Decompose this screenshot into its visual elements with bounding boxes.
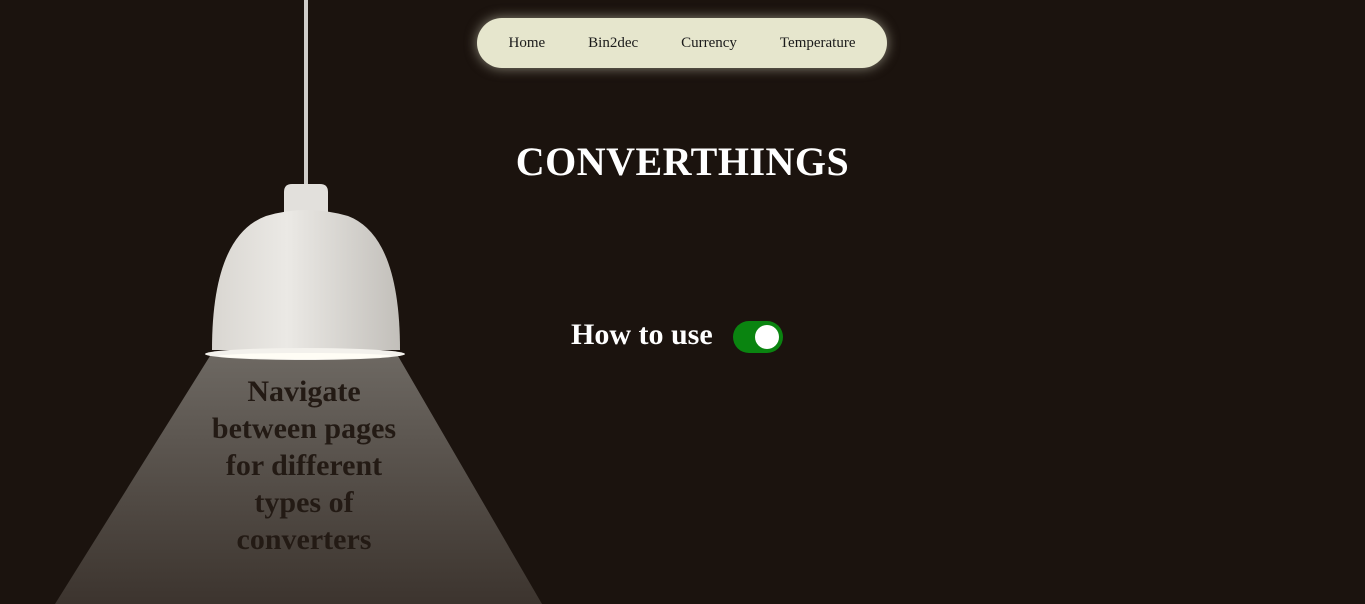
nav-item-currency[interactable]: Currency bbox=[681, 35, 737, 52]
lamp-cap bbox=[284, 184, 328, 212]
nav-item-bin2dec[interactable]: Bin2dec bbox=[588, 35, 638, 52]
nav-item-home[interactable]: Home bbox=[508, 35, 545, 52]
how-to-use-toggle[interactable] bbox=[732, 321, 783, 353]
lamp-bulb-glow bbox=[219, 353, 391, 359]
how-to-use-row: How to use bbox=[571, 318, 783, 353]
toggle-knob bbox=[754, 325, 779, 349]
lamp-beam-text: Navigate between pages for different typ… bbox=[211, 375, 397, 556]
nav-item-temperature[interactable]: Temperature bbox=[780, 35, 856, 52]
page: Navigate between pages for different typ… bbox=[0, 0, 1365, 604]
main-nav: Home Bin2dec Currency Temperature bbox=[477, 18, 887, 68]
how-to-use-label: How to use bbox=[571, 318, 713, 351]
page-title: CONVERTHINGS bbox=[515, 139, 850, 184]
lamp-shade bbox=[212, 210, 400, 350]
